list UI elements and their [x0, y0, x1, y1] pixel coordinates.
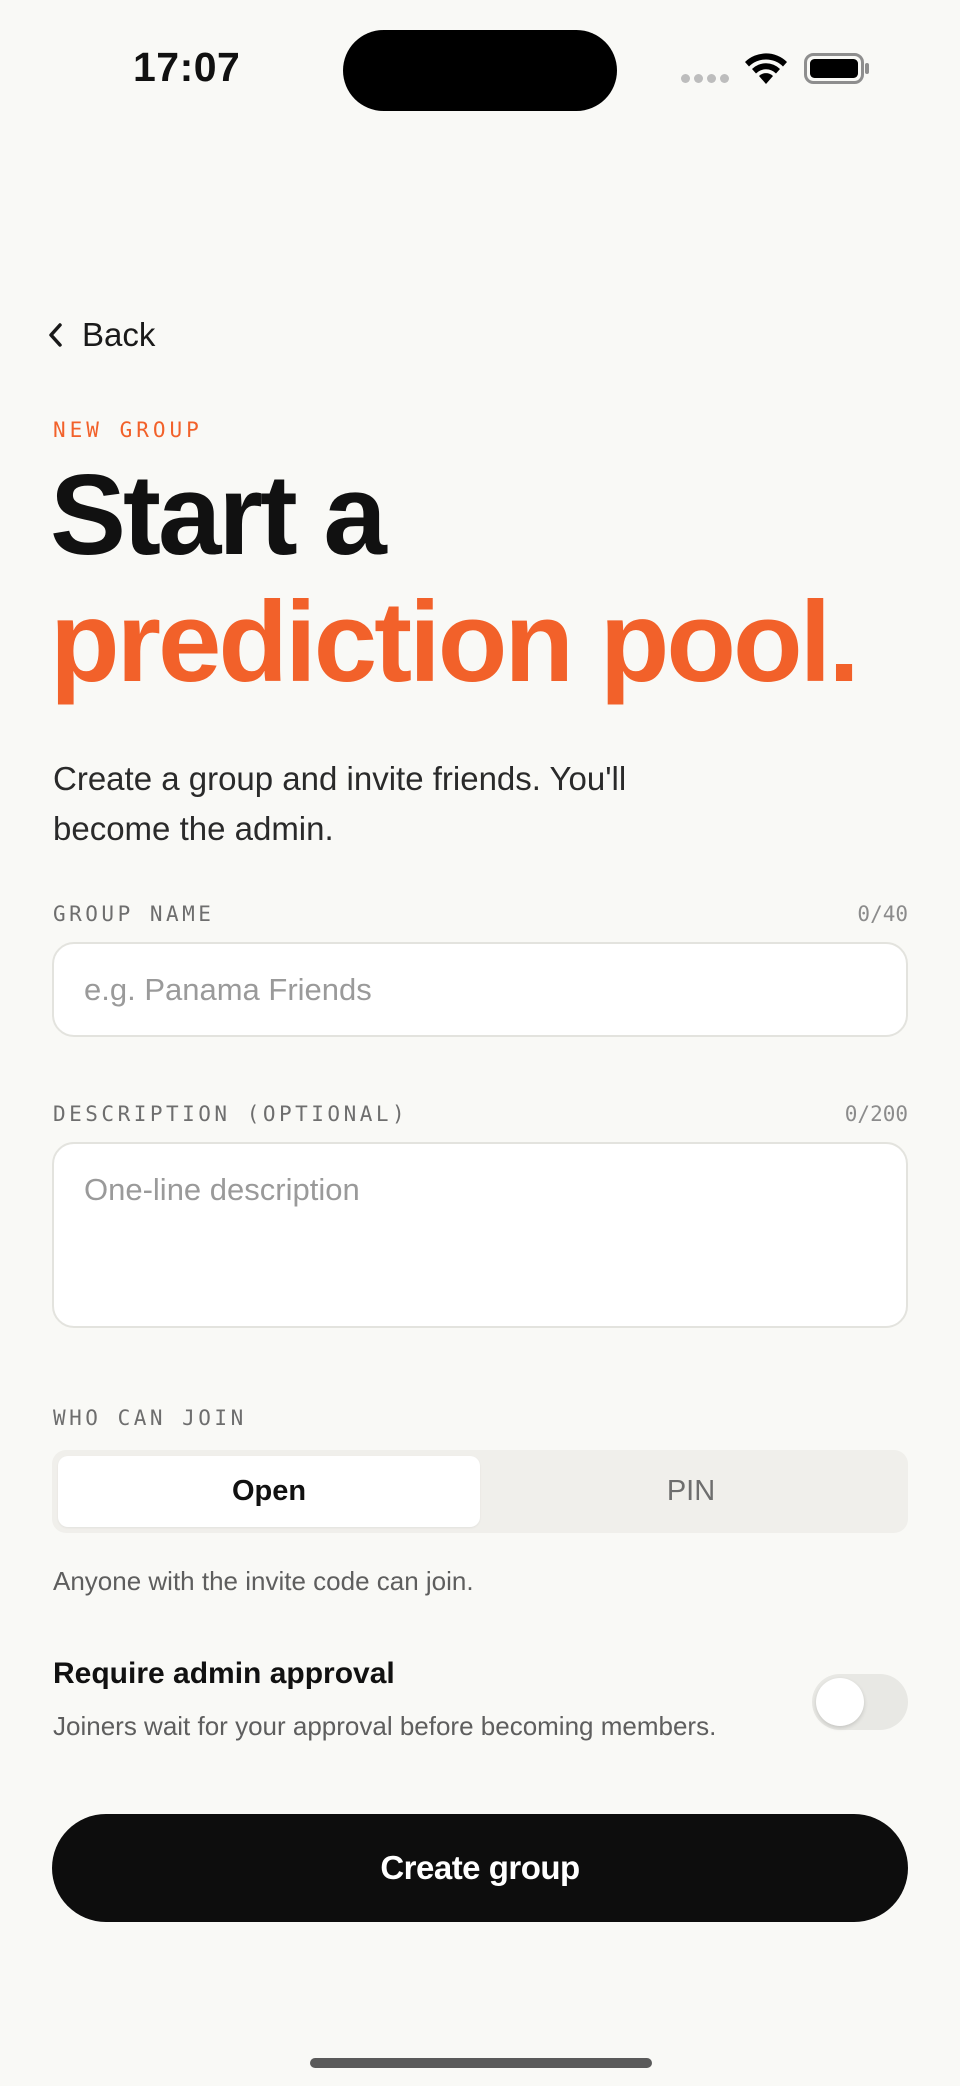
cellular-signal-icon: [681, 74, 731, 84]
join-mode-segmented-control: Open PIN: [52, 1450, 908, 1533]
home-indicator: [310, 2058, 652, 2068]
description-counter: 0/200: [844, 1102, 908, 1126]
eyebrow-label: NEW GROUP: [53, 418, 203, 442]
admin-approval-subtitle: Joiners wait for your approval before be…: [53, 1711, 717, 1741]
join-mode-hint: Anyone with the invite code can join.: [53, 1566, 474, 1596]
page-title-line1: Start a: [50, 452, 387, 579]
group-name-counter: 0/40: [857, 902, 908, 926]
chevron-left-icon: [49, 323, 62, 347]
group-name-input[interactable]: [52, 942, 908, 1037]
join-mode-pin-option[interactable]: PIN: [480, 1456, 902, 1527]
battery-icon: [804, 53, 870, 84]
join-mode-open-option[interactable]: Open: [58, 1456, 480, 1527]
status-time: 17:07: [133, 44, 241, 90]
page-title: Start a prediction pool.: [50, 452, 860, 706]
admin-approval-title: Require admin approval: [53, 1657, 395, 1690]
wifi-icon: [744, 50, 788, 86]
dynamic-island: [343, 30, 617, 111]
intro-text: Create a group and invite friends. You'l…: [53, 760, 627, 847]
group-name-label: GROUP NAME: [53, 902, 215, 926]
toggle-knob: [816, 1678, 864, 1726]
create-group-button[interactable]: Create group: [52, 1814, 908, 1922]
description-input[interactable]: [52, 1142, 908, 1328]
back-label: Back: [82, 316, 156, 353]
page-title-line2: prediction pool.: [50, 579, 860, 706]
back-button[interactable]: Back: [46, 312, 155, 358]
admin-approval-toggle[interactable]: [812, 1674, 908, 1730]
description-label: DESCRIPTION (OPTIONAL): [53, 1102, 409, 1126]
who-can-join-label: WHO CAN JOIN: [53, 1406, 247, 1430]
